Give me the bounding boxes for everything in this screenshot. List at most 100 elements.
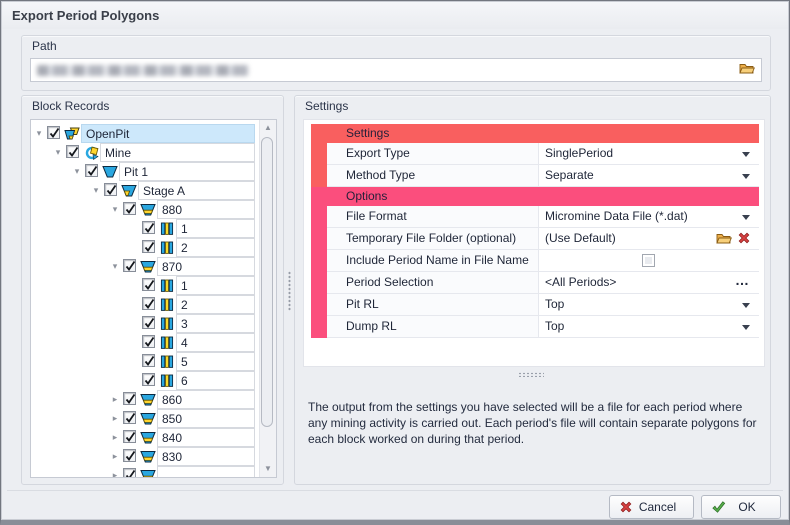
- tree-checkbox[interactable]: [123, 411, 136, 424]
- cancel-button[interactable]: Cancel: [609, 495, 694, 519]
- path-input[interactable]: [30, 58, 762, 82]
- scrollbar-thumb[interactable]: [261, 137, 273, 427]
- dialog-titlebar[interactable]: Export Period Polygons: [2, 2, 788, 29]
- collapse-arrow-icon[interactable]: ▾: [71, 162, 83, 181]
- category-row-settings[interactable]: Settings: [311, 124, 759, 143]
- expand-arrow-icon[interactable]: ▸: [109, 390, 121, 409]
- scroll-up-icon[interactable]: ▲: [260, 120, 276, 136]
- tree-item-label[interactable]: 1: [176, 276, 255, 295]
- tree-checkbox[interactable]: [142, 221, 155, 234]
- tree-item-2[interactable]: 2: [31, 295, 259, 314]
- tree-checkbox[interactable]: [142, 373, 155, 386]
- tree-item-840[interactable]: ▸ 840: [31, 428, 259, 447]
- clear-x-icon[interactable]: [737, 231, 753, 246]
- panel-splitter[interactable]: [285, 95, 294, 485]
- tree-checkbox[interactable]: [142, 316, 155, 329]
- ellipsis-button[interactable]: …: [735, 269, 750, 291]
- tree-item-label[interactable]: Mine: [100, 143, 255, 162]
- tree-item-880[interactable]: ▾ 880: [31, 200, 259, 219]
- tree-item-label[interactable]: 2: [176, 295, 255, 314]
- setting-value-include-period-name-in-file-name[interactable]: [538, 250, 759, 272]
- setting-value-method-type[interactable]: Separate: [538, 165, 759, 187]
- tree-item-label[interactable]: 870: [157, 257, 255, 276]
- tree-checkbox[interactable]: [142, 335, 155, 348]
- tree-checkbox[interactable]: [47, 126, 60, 139]
- setting-value-temporary-file-folder-optional[interactable]: (Use Default): [538, 228, 759, 250]
- tree-item-label[interactable]: 5: [176, 352, 255, 371]
- tree-item-label[interactable]: Pit 1: [119, 162, 255, 181]
- collapse-arrow-icon[interactable]: ▾: [109, 200, 121, 219]
- tree-item-clipped[interactable]: ▸: [31, 466, 259, 477]
- browse-folder-icon[interactable]: [716, 231, 732, 246]
- tree-item-1[interactable]: 1: [31, 276, 259, 295]
- tree-item-label[interactable]: 850: [157, 409, 255, 428]
- tree-checkbox[interactable]: [123, 202, 136, 215]
- collapse-arrow-icon[interactable]: ▾: [109, 257, 121, 276]
- tree-item-label[interactable]: 2: [176, 238, 255, 257]
- tree-item-label[interactable]: 840: [157, 428, 255, 447]
- tree-item-5[interactable]: 5: [31, 352, 259, 371]
- expand-arrow-icon[interactable]: ▸: [109, 447, 121, 466]
- tree-checkbox[interactable]: [85, 164, 98, 177]
- tree-item-Stage A[interactable]: ▾ Stage A: [31, 181, 259, 200]
- tree-checkbox[interactable]: [142, 297, 155, 310]
- expand-arrow-icon[interactable]: ▸: [109, 409, 121, 428]
- tree-item-1[interactable]: 1: [31, 219, 259, 238]
- tree-item-850[interactable]: ▸ 850: [31, 409, 259, 428]
- tree-item-870[interactable]: ▾ 870: [31, 257, 259, 276]
- tree-item-OpenPit[interactable]: ▾ OpenPit: [31, 124, 259, 143]
- tree-item-Pit 1[interactable]: ▾ Pit 1: [31, 162, 259, 181]
- tree-checkbox[interactable]: [142, 354, 155, 367]
- tree-item-label[interactable]: 830: [157, 447, 255, 466]
- tree-item-830[interactable]: ▸ 830: [31, 447, 259, 466]
- tree-item-3[interactable]: 3: [31, 314, 259, 333]
- tree-item-label[interactable]: [157, 466, 255, 477]
- block-icon: [159, 317, 175, 331]
- tree-item-label[interactable]: 6: [176, 371, 255, 390]
- setting-value-dump-rl[interactable]: Top: [538, 316, 759, 338]
- tree-checkbox[interactable]: [142, 240, 155, 253]
- tree-item-Mine[interactable]: ▾ Mine: [31, 143, 259, 162]
- collapse-arrow-icon[interactable]: ▾: [90, 181, 102, 200]
- tree-checkbox[interactable]: [123, 392, 136, 405]
- tree-item-4[interactable]: 4: [31, 333, 259, 352]
- tree-checkbox[interactable]: [123, 259, 136, 272]
- value-checkbox[interactable]: [642, 254, 655, 267]
- tree-checkbox[interactable]: [123, 468, 136, 477]
- tree-checkbox[interactable]: [123, 449, 136, 462]
- tree-item-6[interactable]: 6: [31, 371, 259, 390]
- dropdown-arrow-icon[interactable]: [742, 174, 750, 179]
- block-records-tree[interactable]: ▾ OpenPit ▾ Mine ▾ Pit 1 ▾ Stage A ▾ 880 1 2 ▾ 870 1 2 3…: [30, 119, 277, 478]
- collapse-arrow-icon[interactable]: ▾: [52, 143, 64, 162]
- expand-arrow-icon[interactable]: ▸: [109, 466, 121, 477]
- tree-checkbox[interactable]: [104, 183, 117, 196]
- tree-item-label[interactable]: 3: [176, 314, 255, 333]
- tree-checkbox[interactable]: [123, 430, 136, 443]
- ok-button[interactable]: OK: [701, 495, 781, 519]
- setting-value-file-format[interactable]: Micromine Data File (*.dat): [538, 206, 759, 228]
- browse-folder-icon[interactable]: [739, 62, 756, 77]
- tree-item-label[interactable]: 860: [157, 390, 255, 409]
- setting-value-pit-rl[interactable]: Top: [538, 294, 759, 316]
- tree-checkbox[interactable]: [66, 145, 79, 158]
- dropdown-arrow-icon[interactable]: [742, 325, 750, 330]
- setting-value-export-type[interactable]: SinglePeriod: [538, 143, 759, 165]
- tree-item-label[interactable]: Stage A: [138, 181, 255, 200]
- scroll-down-icon[interactable]: ▼: [260, 461, 276, 477]
- collapse-arrow-icon[interactable]: ▾: [33, 124, 45, 143]
- dropdown-arrow-icon[interactable]: [742, 215, 750, 220]
- tree-item-2[interactable]: 2: [31, 238, 259, 257]
- expand-arrow-icon[interactable]: ▸: [109, 428, 121, 447]
- tree-item-label[interactable]: 4: [176, 333, 255, 352]
- grid-resize-grip[interactable]: [517, 372, 544, 377]
- category-row-options[interactable]: Options: [311, 187, 759, 206]
- tree-checkbox[interactable]: [142, 278, 155, 291]
- dropdown-arrow-icon[interactable]: [742, 152, 750, 157]
- setting-value-period-selection[interactable]: <All Periods>…: [538, 272, 759, 294]
- tree-item-860[interactable]: ▸ 860: [31, 390, 259, 409]
- tree-item-label[interactable]: 1: [176, 219, 255, 238]
- tree-item-label[interactable]: OpenPit: [81, 124, 255, 143]
- dropdown-arrow-icon[interactable]: [742, 303, 750, 308]
- tree-item-label[interactable]: 880: [157, 200, 255, 219]
- tree-scrollbar[interactable]: ▲ ▼: [259, 120, 276, 477]
